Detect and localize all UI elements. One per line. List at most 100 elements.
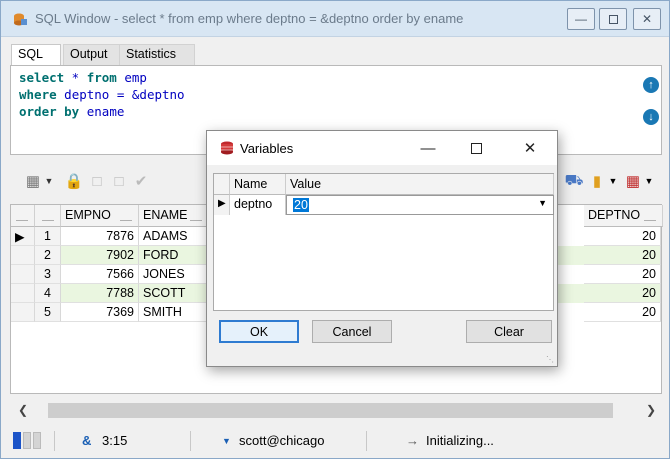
row-number: 5 bbox=[35, 303, 61, 322]
cell-empno[interactable]: 7788 bbox=[61, 284, 139, 303]
lock-icon[interactable]: 🔒 bbox=[65, 169, 84, 193]
cell-empno[interactable]: 7566 bbox=[61, 265, 139, 284]
grid-rownum-header bbox=[35, 205, 61, 227]
keyword: order by bbox=[19, 104, 80, 119]
column-header-deptno[interactable]: DEPTNO bbox=[584, 205, 663, 227]
column-header-ename[interactable]: ENAME bbox=[139, 205, 209, 227]
cell-ename[interactable]: ADAMS bbox=[139, 227, 209, 246]
cell-ename[interactable]: SMITH bbox=[139, 303, 209, 322]
row-number: 4 bbox=[35, 284, 61, 303]
row-indicator bbox=[11, 246, 35, 265]
connection-dropdown-icon[interactable]: ▼ bbox=[222, 436, 231, 446]
maximize-button[interactable] bbox=[461, 137, 491, 159]
database-icon bbox=[14, 13, 27, 26]
dialog-title-bar[interactable]: Variables — ✕ bbox=[207, 131, 557, 165]
code-text: emp bbox=[116, 70, 147, 85]
keyword: where bbox=[19, 87, 57, 102]
cell-empno[interactable]: 7876 bbox=[61, 227, 139, 246]
cell-ename[interactable]: JONES bbox=[139, 265, 209, 284]
cell-deptno[interactable]: 20 bbox=[584, 227, 661, 246]
dropdown-arrow-icon[interactable]: ▼ bbox=[644, 169, 654, 193]
insert-record-icon[interactable]: □ bbox=[88, 169, 106, 193]
row-number: 2 bbox=[35, 246, 61, 265]
keyword: select bbox=[19, 70, 65, 85]
code-text: * bbox=[64, 70, 87, 85]
progress-block-icon bbox=[23, 432, 31, 449]
row-indicator bbox=[11, 265, 35, 284]
close-button[interactable]: ✕ bbox=[515, 137, 545, 159]
tab-output[interactable]: Output bbox=[63, 44, 121, 65]
cell-deptno[interactable]: 20 bbox=[584, 284, 661, 303]
pin-icon: → bbox=[406, 433, 419, 448]
close-icon: ✕ bbox=[523, 140, 537, 157]
status-text: Initializing... bbox=[426, 433, 494, 448]
clear-button[interactable]: Clear bbox=[466, 320, 552, 343]
dropdown-arrow-icon[interactable]: ▼ bbox=[608, 169, 618, 193]
row-number: 3 bbox=[35, 265, 61, 284]
cell-deptno[interactable]: 20 bbox=[584, 265, 661, 284]
column-header-name[interactable]: Name bbox=[230, 174, 286, 195]
maximize-icon bbox=[608, 14, 618, 24]
row-number: 1 bbox=[35, 227, 61, 246]
row-indicator-icon: ▶ bbox=[11, 227, 35, 246]
cell-ename[interactable]: SCOTT bbox=[139, 284, 209, 303]
column-header-empno[interactable]: EMPNO bbox=[61, 205, 139, 227]
dropdown-arrow-icon[interactable]: ▼ bbox=[44, 169, 54, 193]
row-indicator-icon: ▶ bbox=[214, 195, 230, 215]
divider bbox=[366, 431, 367, 451]
close-icon: ✕ bbox=[641, 12, 653, 26]
post-changes-icon[interactable]: ✔ bbox=[132, 169, 150, 193]
cell-empno[interactable]: 7902 bbox=[61, 246, 139, 265]
dropdown-arrow-icon[interactable]: ▼ bbox=[538, 198, 547, 208]
arrow-down-icon: ↓ bbox=[648, 111, 654, 123]
minimize-button[interactable]: — bbox=[567, 8, 595, 30]
resize-grip-icon[interactable]: ⋱ bbox=[546, 355, 554, 364]
variables-grid[interactable]: Name Value ▶ deptno 20 ▼ bbox=[213, 173, 554, 311]
database-connect-icon[interactable]: ⛟ bbox=[565, 169, 584, 193]
progress-block-icon bbox=[33, 432, 41, 449]
scroll-right-icon[interactable]: ❯ bbox=[646, 403, 656, 417]
cancel-button[interactable]: Cancel bbox=[312, 320, 392, 343]
cell-ename[interactable]: FORD bbox=[139, 246, 209, 265]
variable-value-input[interactable]: 20 ▼ bbox=[286, 195, 554, 215]
chart-icon[interactable]: ▮ bbox=[588, 169, 606, 193]
cell-deptno[interactable]: 20 bbox=[584, 303, 661, 322]
cursor-position: 3:15 bbox=[102, 433, 128, 448]
horizontal-scrollbar[interactable]: ❮ ❯ bbox=[10, 401, 662, 421]
scroll-left-icon[interactable]: ❮ bbox=[18, 403, 28, 417]
database-icon bbox=[221, 141, 233, 155]
divider bbox=[190, 431, 191, 451]
window-title: SQL Window - select * from emp where dep… bbox=[35, 11, 464, 26]
connection-label[interactable]: scott@chicago bbox=[239, 433, 324, 448]
maximize-button[interactable] bbox=[599, 8, 627, 30]
code-text: ename bbox=[79, 104, 125, 119]
previous-statement-button[interactable]: ↑ bbox=[643, 77, 659, 93]
close-button[interactable]: ✕ bbox=[633, 8, 661, 30]
dialog-title: Variables bbox=[240, 141, 294, 156]
cell-empno[interactable]: 7369 bbox=[61, 303, 139, 322]
arrow-up-icon: ↑ bbox=[648, 79, 654, 91]
minimize-icon: — bbox=[420, 139, 436, 157]
next-statement-button[interactable]: ↓ bbox=[643, 109, 659, 125]
delete-record-icon[interactable]: □ bbox=[110, 169, 128, 193]
code-text: deptno = &deptno bbox=[56, 87, 185, 102]
tab-statistics[interactable]: Statistics bbox=[119, 44, 195, 65]
minimize-button[interactable]: — bbox=[413, 137, 443, 159]
column-header-value[interactable]: Value bbox=[286, 174, 554, 195]
ok-button[interactable]: OK bbox=[219, 320, 299, 343]
sql-code: select * from emp where deptno = &deptno… bbox=[19, 69, 185, 120]
select-grid-icon[interactable]: ▦ bbox=[24, 169, 42, 193]
minimize-icon: — bbox=[575, 12, 587, 26]
divider bbox=[54, 431, 55, 451]
scrollbar-thumb[interactable] bbox=[48, 403, 613, 418]
variable-marker: & bbox=[82, 433, 92, 448]
export-icon[interactable]: ▦ bbox=[624, 169, 642, 193]
progress-block-icon bbox=[13, 432, 21, 449]
title-bar[interactable]: SQL Window - select * from emp where dep… bbox=[1, 1, 669, 37]
grid-corner bbox=[214, 174, 230, 195]
row-indicator bbox=[11, 284, 35, 303]
row-indicator bbox=[11, 303, 35, 322]
cell-deptno[interactable]: 20 bbox=[584, 246, 661, 265]
maximize-icon bbox=[470, 142, 482, 154]
tab-sql[interactable]: SQL bbox=[11, 44, 61, 65]
